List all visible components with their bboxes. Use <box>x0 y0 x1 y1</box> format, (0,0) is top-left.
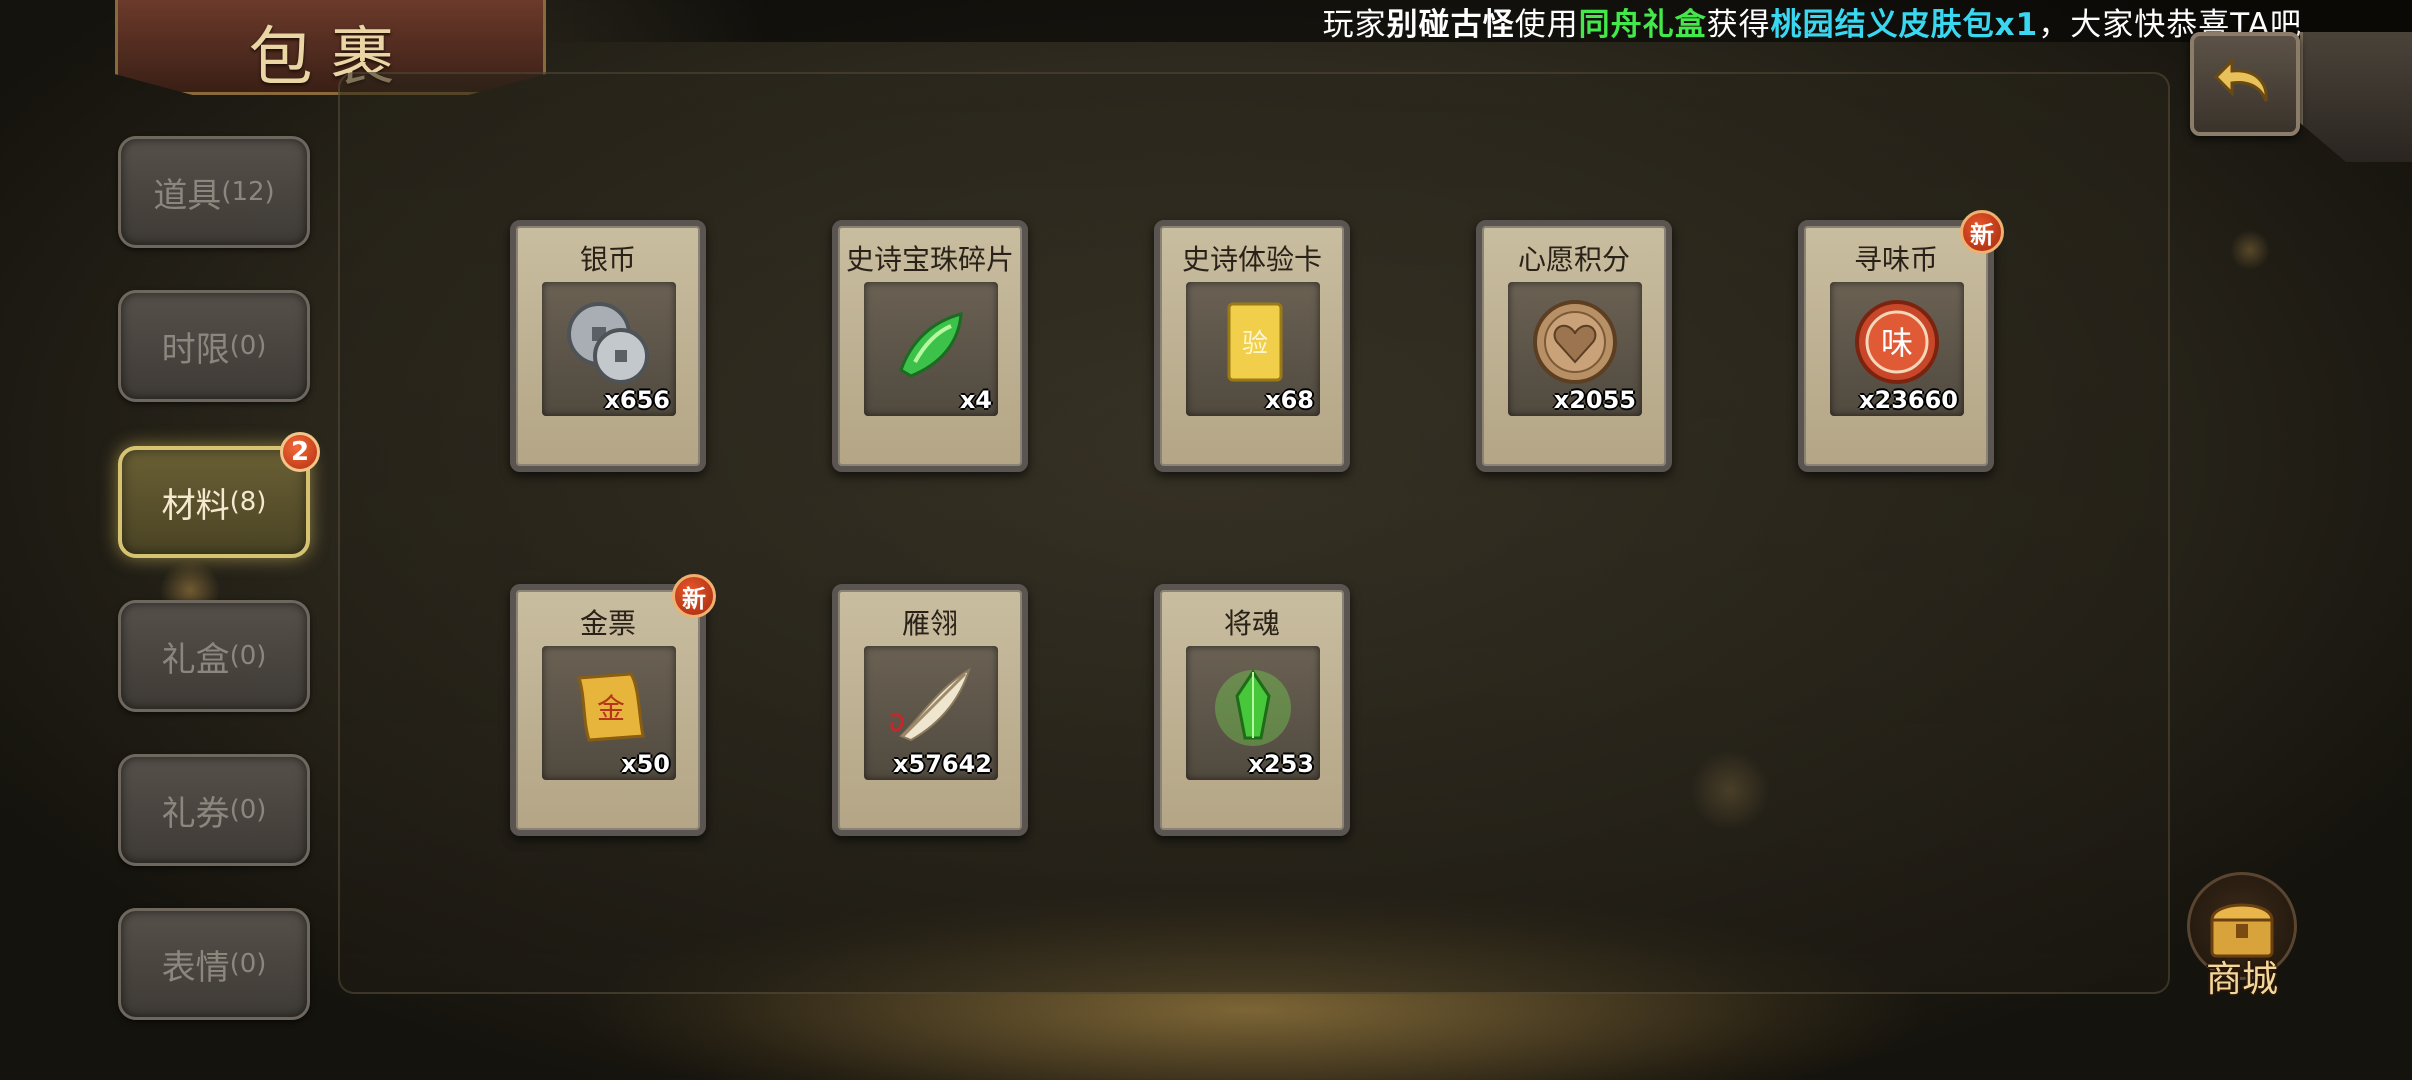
item-quantity: x656 <box>604 386 670 414</box>
corner-ornament <box>2300 32 2412 162</box>
heart-coin-icon <box>1533 300 1617 384</box>
item-slot: x2055 <box>1508 282 1642 416</box>
item-name: 寻味币 <box>1853 243 1938 276</box>
item-quantity: x57642 <box>893 750 992 778</box>
item-quantity: x23660 <box>1859 386 1958 414</box>
ticker-mid1: 使用 <box>1514 6 1579 43</box>
item-slot: x57642 <box>864 646 998 780</box>
item-card-wish-points[interactable]: 心愿积分 x2055 <box>1476 220 1672 472</box>
item-card-goose-feather[interactable]: 雁翎 x57642 <box>832 584 1028 836</box>
tab-count: (0) <box>229 795 267 825</box>
item-name: 心愿积分 <box>1517 243 1630 276</box>
tab-vouchers[interactable]: 礼券 (0) <box>118 754 310 866</box>
tab-materials[interactable]: 材料 (8) <box>118 446 310 558</box>
item-card-general-soul[interactable]: 将魂 x253 <box>1154 584 1350 836</box>
item-card-silver-coin[interactable]: 银币 x656 <box>510 220 706 472</box>
item-slot: x656 <box>542 282 676 416</box>
tab-label: 材料 <box>161 485 230 526</box>
tab-label: 礼券 <box>161 793 230 834</box>
tab-gift-boxes[interactable]: 礼盒 (0) <box>118 600 310 712</box>
item-slot: 验 x68 <box>1186 282 1320 416</box>
item-name: 史诗体验卡 <box>1181 243 1322 276</box>
gold-card-icon: 验 <box>1227 302 1283 382</box>
feather-icon <box>890 667 971 742</box>
new-badge: 新 <box>672 574 716 618</box>
item-quantity: x50 <box>621 750 670 778</box>
item-card-flavor-coin[interactable]: 寻味币 味 x23660 新 <box>1798 210 2004 472</box>
item-name: 雁翎 <box>901 607 958 640</box>
notification-badge: 2 <box>280 432 320 472</box>
tab-label: 表情 <box>161 947 230 988</box>
ticket-glyph: 金 <box>597 692 625 725</box>
back-arrow-icon <box>2213 57 2268 102</box>
tab-label: 礼盒 <box>161 639 230 680</box>
ticker-reward-name: 桃园结义皮肤包x1 <box>1770 6 2039 43</box>
tab-emotes[interactable]: 表情 (0) <box>118 908 310 1020</box>
item-quantity: x68 <box>1265 386 1314 414</box>
item-quantity: x253 <box>1248 750 1314 778</box>
gold-ticket-icon: 金 <box>576 672 645 742</box>
item-card-gold-ticket[interactable]: 金票 金 x50 新 <box>510 574 716 836</box>
card-glyph: 验 <box>1242 329 1268 359</box>
flavor-coin-icon: 味 <box>1855 300 1939 384</box>
tab-count: (0) <box>229 641 267 671</box>
tab-label: 道具 <box>153 175 222 216</box>
tab-label: 时限 <box>161 329 230 370</box>
tab-count: (0) <box>229 331 267 361</box>
announcement-ticker: 玩家 别碰古怪 使用 同舟礼盒 获得 桃园结义皮肤包x1 ，大家快恭喜TA吧 <box>540 0 2412 43</box>
coin-glyph: 味 <box>1881 324 1913 362</box>
item-slot: x4 <box>864 282 998 416</box>
tab-timed[interactable]: 时限 (0) <box>118 290 310 402</box>
item-name: 银币 <box>579 243 636 276</box>
item-slot: x253 <box>1186 646 1320 780</box>
shop-button[interactable]: 商城 <box>2180 872 2304 1002</box>
tab-count: (12) <box>221 177 275 207</box>
item-slot: 金 x50 <box>542 646 676 780</box>
item-name: 金票 <box>579 607 636 640</box>
shop-label: 商城 <box>2205 959 2278 1000</box>
tab-count: (0) <box>229 949 267 979</box>
tab-count: (8) <box>229 487 267 517</box>
item-card-epic-orb-shard[interactable]: 史诗宝珠碎片 x4 <box>832 220 1028 472</box>
item-name: 史诗宝珠碎片 <box>845 243 1014 276</box>
item-name: 将魂 <box>1223 607 1280 640</box>
tab-items[interactable]: 道具 (12) <box>118 136 310 248</box>
ticker-mid2: 获得 <box>1706 6 1771 43</box>
green-gem-shard-icon <box>899 312 963 378</box>
item-quantity: x2055 <box>1553 386 1636 414</box>
green-crystal-icon <box>1215 669 1291 746</box>
item-card-epic-trial-card[interactable]: 史诗体验卡 验 x68 <box>1154 220 1350 472</box>
ticker-item-name: 同舟礼盒 <box>1578 6 1707 43</box>
ticker-prefix: 玩家 <box>1322 6 1387 43</box>
ticker-player-name: 别碰古怪 <box>1386 6 1515 43</box>
item-slot: 味 x23660 <box>1830 282 1964 416</box>
item-quantity: x4 <box>959 386 992 414</box>
back-button[interactable] <box>2190 32 2300 136</box>
silver-coin-icon <box>567 302 649 384</box>
inventory-panel <box>338 72 2170 994</box>
new-badge: 新 <box>1960 210 2004 254</box>
